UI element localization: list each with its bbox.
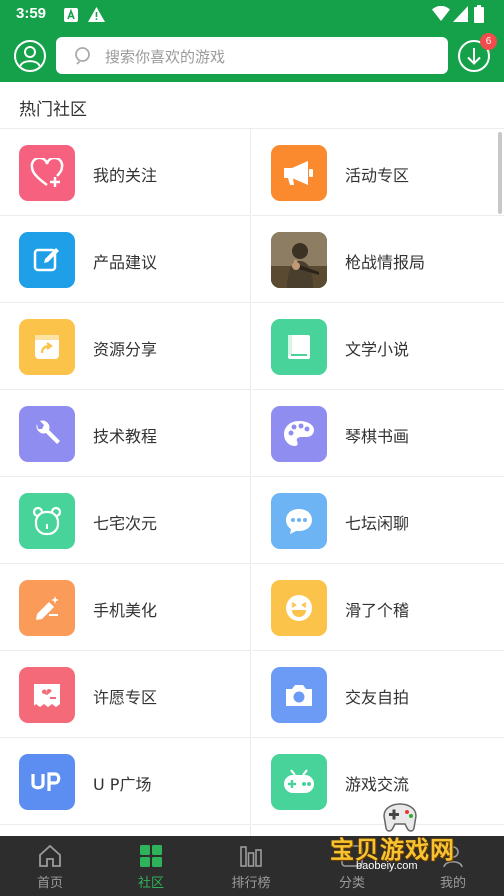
laugh-face-icon: [271, 580, 327, 636]
watermark-url: baobeiy.com: [356, 860, 418, 872]
grid-icon: [139, 844, 163, 872]
soldier-thumbnail: [271, 232, 327, 288]
community-item-wish[interactable]: 许愿专区: [0, 651, 251, 738]
community-item-label: 交友自拍: [345, 688, 410, 707]
up-icon: [19, 754, 75, 810]
community-item-label: 产品建议: [93, 253, 158, 272]
community-item-resources[interactable]: 资源分享: [0, 303, 251, 390]
heart-plus-icon: [19, 145, 75, 201]
palette-icon: [271, 406, 327, 462]
tab-label: 分类: [338, 876, 365, 891]
home-icon: [37, 844, 63, 872]
community-item-up-square[interactable]: U P广场: [0, 738, 251, 825]
status-bar: 3:59: [0, 0, 504, 30]
community-item-label: 滑了个稽: [345, 601, 410, 620]
search-icon: [74, 46, 94, 70]
community-item-suggestion[interactable]: 产品建议: [0, 216, 251, 303]
book-icon: [271, 319, 327, 375]
community-item-label: 许愿专区: [93, 688, 158, 707]
community-item-activity[interactable]: 活动专区: [252, 129, 504, 216]
bar-chart-icon: [239, 844, 263, 872]
share-box-icon: [19, 319, 75, 375]
tab-community[interactable]: 社区: [101, 836, 201, 896]
tab-ranking[interactable]: 排行榜: [201, 836, 301, 896]
tab-home[interactable]: 首页: [0, 836, 100, 896]
gamepad-icon: [271, 754, 327, 810]
community-item-label: U P广场: [93, 775, 152, 794]
scrollbar[interactable]: [498, 132, 502, 214]
pen-sparkle-icon: [19, 580, 75, 636]
wifi-icon: [432, 5, 450, 26]
battery-icon: [474, 5, 484, 27]
status-time: 3:59: [16, 5, 47, 22]
watermark-logo: 宝贝游戏网 baobeiy.com: [326, 800, 476, 872]
edit-icon: [19, 232, 75, 288]
search-input[interactable]: 搜索你喜欢的游戏: [56, 37, 448, 74]
tab-label: 排行榜: [231, 876, 271, 891]
tab-label: 社区: [137, 876, 164, 891]
section-title: 热门社区: [19, 100, 87, 120]
bear-icon: [19, 493, 75, 549]
community-item-selfie[interactable]: 交友自拍: [252, 651, 504, 738]
community-item-label: 活动专区: [345, 166, 410, 185]
community-item-funny[interactable]: 滑了个稽: [252, 564, 504, 651]
community-item-label: 文学小说: [345, 340, 410, 359]
top-app-bar: 搜索你喜欢的游戏 6: [0, 30, 504, 82]
community-item-label: 手机美化: [93, 601, 158, 620]
community-grid: 我的关注 活动专区 产品建议 枪战情报局 资源分享 文学小说 技术教程 琴棋书画…: [0, 129, 504, 836]
user-circle-icon: [14, 40, 46, 72]
community-item-label: 枪战情报局: [345, 253, 426, 272]
community-item-chat[interactable]: 七坛闲聊: [252, 477, 504, 564]
community-item-arts[interactable]: 琴棋书画: [252, 390, 504, 477]
camera-icon: [271, 667, 327, 723]
megaphone-icon: [271, 145, 327, 201]
wish-card-icon: [19, 667, 75, 723]
tab-label: 首页: [36, 876, 63, 891]
community-item-theme[interactable]: 手机美化: [0, 564, 251, 651]
community-item-more[interactable]: [0, 825, 251, 836]
community-item-label: 琴棋书画: [345, 427, 410, 446]
community-item-literature[interactable]: 文学小说: [252, 303, 504, 390]
user-avatar-button[interactable]: [13, 39, 47, 73]
notification-a-icon: [64, 7, 78, 26]
wrench-icon: [19, 406, 75, 462]
community-item-my-follow[interactable]: 我的关注: [0, 129, 251, 216]
community-item-otaku[interactable]: 七宅次元: [0, 477, 251, 564]
community-item-label: 七坛闲聊: [345, 514, 410, 533]
community-item-label: 我的关注: [93, 166, 158, 185]
download-count-badge: 6: [480, 33, 497, 50]
community-item-label: 七宅次元: [93, 514, 158, 533]
gamepad-logo-icon: [383, 803, 417, 832]
community-item-label: 技术教程: [93, 427, 158, 446]
community-item-label: 资源分享: [93, 340, 158, 359]
search-placeholder: 搜索你喜欢的游戏: [105, 48, 226, 66]
signal-icon: [453, 6, 468, 26]
tab-label: 我的: [439, 876, 466, 891]
community-item-tutorials[interactable]: 技术教程: [0, 390, 251, 477]
chat-bubble-icon: [271, 493, 327, 549]
community-item-shooter-intel[interactable]: 枪战情报局: [252, 216, 504, 303]
community-item-label: 游戏交流: [345, 775, 410, 794]
warning-icon: [88, 7, 105, 26]
